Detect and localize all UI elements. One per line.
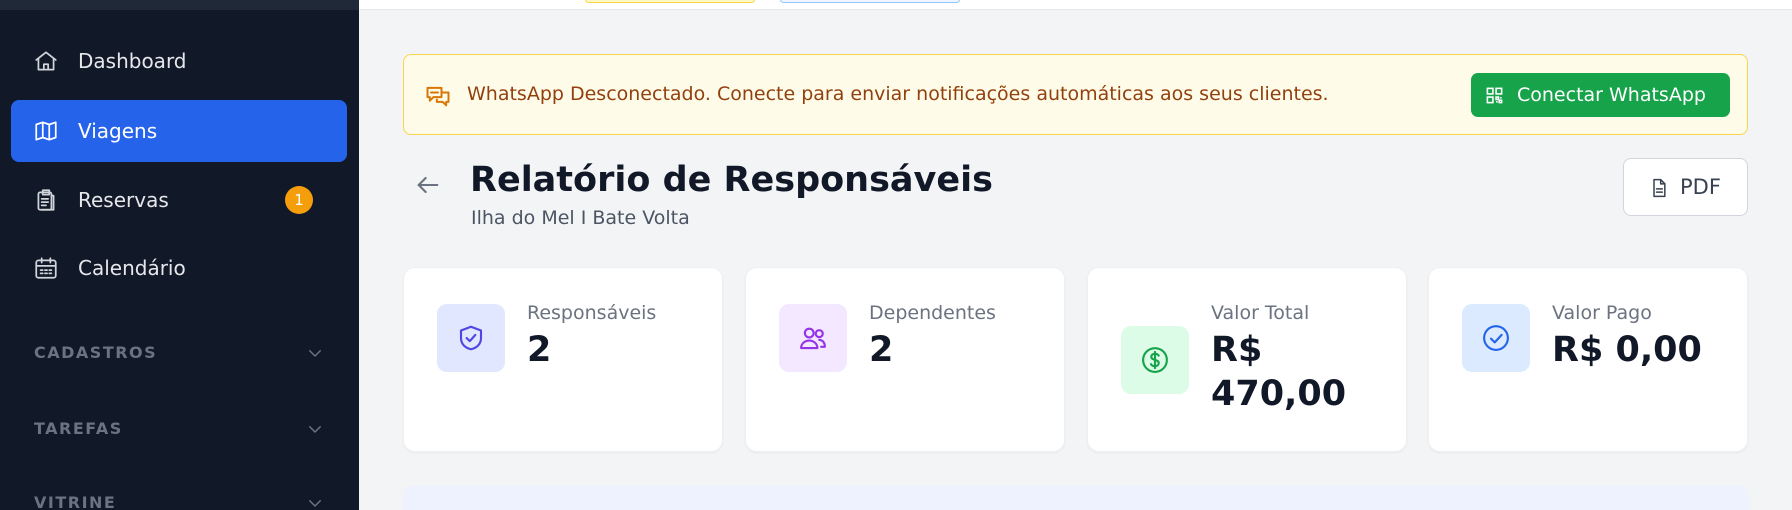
stat-value: R$ 470,00 <box>1211 330 1347 414</box>
stat-value: R$ 0,00 <box>1552 330 1702 370</box>
sidebar-section-vitrine[interactable]: VITRINE <box>34 487 324 510</box>
stat-label: Responsáveis <box>527 302 657 324</box>
page-subtitle: Ilha do Mel I Bate Volta <box>471 207 690 229</box>
alert-message: WhatsApp Desconectado. Conecte para envi… <box>467 83 1329 105</box>
clipboard-icon <box>37 189 55 211</box>
calendar-icon <box>35 257 57 279</box>
stat-card-valor-total: Valor Total R$ 470,00 <box>1087 267 1407 452</box>
section-label: CADASTROS <box>34 342 158 362</box>
stat-icon-box <box>779 304 847 372</box>
stat-value: 2 <box>527 330 552 370</box>
pdf-export-button[interactable]: PDF <box>1623 158 1748 216</box>
sidebar-item-label: Viagens <box>78 119 158 143</box>
connect-whatsapp-button[interactable]: Conectar WhatsApp <box>1471 73 1730 117</box>
stat-label: Valor Pago <box>1552 302 1652 324</box>
sidebar-section-cadastros[interactable]: CADASTROS <box>34 337 324 367</box>
stat-card-valor-pago: Valor Pago R$ 0,00 <box>1428 267 1748 452</box>
map-icon <box>35 121 57 141</box>
top-header-bar <box>359 0 1792 10</box>
stat-icon-box <box>1462 304 1530 372</box>
section-label: VITRINE <box>34 492 117 510</box>
qr-code-icon <box>1486 87 1503 104</box>
sidebar-item-label: Calendário <box>78 256 186 280</box>
header-status-pill[interactable] <box>780 0 960 3</box>
back-arrow-icon[interactable] <box>414 171 442 199</box>
notification-badge: 1 <box>285 186 313 214</box>
sidebar-item-calendario[interactable]: Calendário <box>11 237 347 299</box>
sidebar-item-label: Reservas <box>78 188 169 212</box>
users-icon <box>800 327 826 350</box>
header-status-pill[interactable] <box>585 0 755 3</box>
sidebar-top-strip <box>0 0 359 10</box>
pdf-label: PDF <box>1680 175 1721 199</box>
home-icon <box>35 51 57 71</box>
stat-card-responsaveis: Responsáveis 2 <box>403 267 723 452</box>
stat-icon-box <box>437 304 505 372</box>
stat-label: Valor Total <box>1211 302 1310 324</box>
sidebar-item-dashboard[interactable]: Dashboard <box>11 30 347 92</box>
chevron-down-icon <box>309 350 321 357</box>
content-panel <box>403 486 1748 510</box>
sidebar-item-label: Dashboard <box>78 49 187 73</box>
stat-value: 2 <box>869 330 894 370</box>
page-title: Relatório de Responsáveis <box>470 160 993 200</box>
stat-label: Dependentes <box>869 302 996 324</box>
section-label: TAREFAS <box>34 418 123 438</box>
dollar-circle-icon <box>1142 347 1168 373</box>
whatsapp-alert: WhatsApp Desconectado. Conecte para envi… <box>403 54 1748 135</box>
stat-card-dependentes: Dependentes 2 <box>745 267 1065 452</box>
file-icon <box>1653 178 1666 198</box>
sidebar-item-reservas[interactable]: Reservas 1 <box>11 169 347 231</box>
chat-bubbles-icon <box>426 86 450 107</box>
sidebar: Dashboard Viagens Reservas 1 Calendário … <box>0 0 359 510</box>
sidebar-item-viagens[interactable]: Viagens <box>11 100 347 162</box>
chevron-down-icon <box>309 500 321 507</box>
connect-whatsapp-label: Conectar WhatsApp <box>1517 84 1706 106</box>
chevron-down-icon <box>309 426 321 433</box>
shield-check-icon <box>459 325 483 351</box>
sidebar-section-tarefas[interactable]: TAREFAS <box>34 413 324 443</box>
check-circle-icon <box>1483 325 1509 351</box>
stat-icon-box <box>1121 326 1189 394</box>
